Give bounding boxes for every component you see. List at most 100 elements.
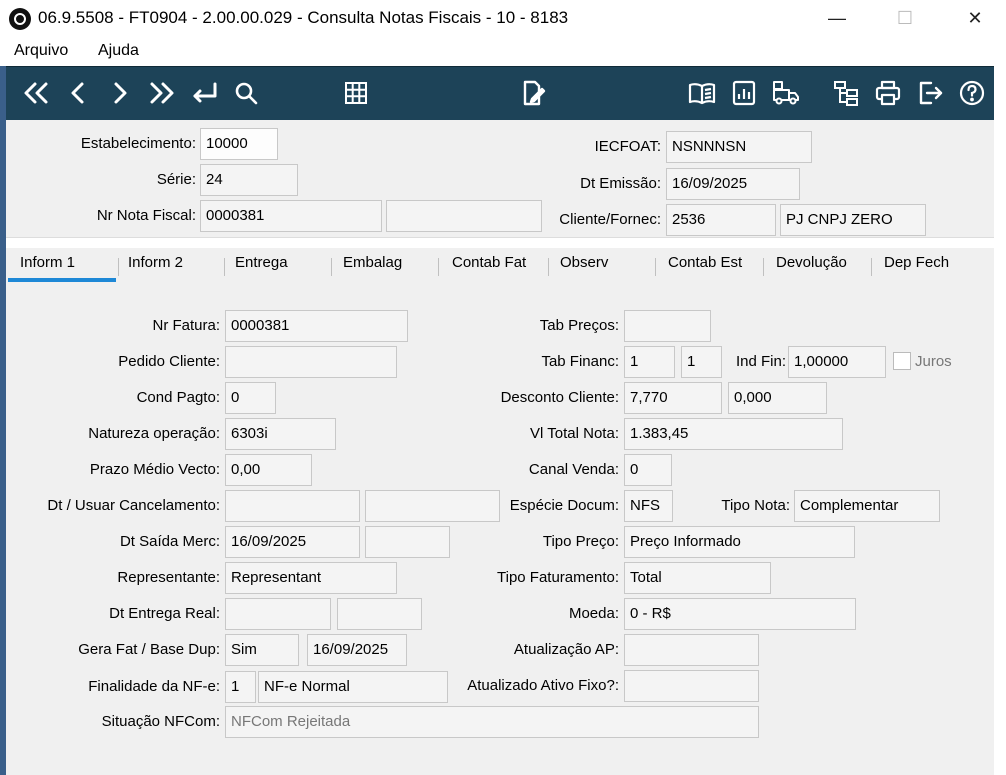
desconto-2-field[interactable]: 0,000 bbox=[728, 382, 827, 414]
iecfoat-label: IECFOAT: bbox=[594, 138, 661, 155]
menu-bar: Arquivo Ajuda bbox=[0, 38, 1006, 66]
finalidade-label: Finalidade da NF-e: bbox=[88, 678, 220, 695]
dt-saida-field[interactable]: 16/09/2025 bbox=[225, 526, 360, 558]
tab-dep-fech[interactable]: Dep Fech bbox=[884, 254, 949, 271]
serie-field[interactable]: 24 bbox=[200, 164, 298, 196]
dt-emissao-field[interactable]: 16/09/2025 bbox=[666, 168, 800, 200]
next-icon[interactable] bbox=[104, 77, 136, 109]
tipo-nota-label: Tipo Nota: bbox=[721, 497, 790, 514]
base-dup-field[interactable]: 16/09/2025 bbox=[307, 634, 407, 666]
representante-field[interactable]: Representant bbox=[225, 562, 397, 594]
tab-inform-2[interactable]: Inform 2 bbox=[128, 254, 183, 271]
tab-separator bbox=[763, 258, 764, 276]
situacao-label: Situação NFCom: bbox=[101, 713, 220, 730]
dt-cancel-field[interactable] bbox=[225, 490, 360, 522]
minimize-button[interactable]: — bbox=[814, 0, 860, 36]
nr-nota-field[interactable]: 0000381 bbox=[200, 200, 382, 232]
gera-fat-field[interactable]: Sim bbox=[225, 634, 299, 666]
prev-icon[interactable] bbox=[62, 77, 94, 109]
grid-icon[interactable] bbox=[340, 77, 372, 109]
nr-fatura-field[interactable]: 0000381 bbox=[225, 310, 408, 342]
book-icon[interactable] bbox=[686, 77, 718, 109]
vl-total-label: Vl Total Nota: bbox=[530, 425, 619, 442]
atualizacao-ap-field[interactable] bbox=[624, 634, 759, 666]
tipo-fat-field[interactable]: Total bbox=[624, 562, 771, 594]
tab-separator bbox=[655, 258, 656, 276]
iecfoat-field[interactable]: NSNNNSN bbox=[666, 131, 812, 163]
tab-embalag[interactable]: Embalag bbox=[343, 254, 402, 271]
cliente-name-field[interactable]: PJ CNPJ ZERO bbox=[780, 204, 926, 236]
ind-fin-label: Ind Fin: bbox=[735, 353, 786, 370]
help-icon[interactable] bbox=[956, 77, 988, 109]
ativo-fixo-field[interactable] bbox=[624, 670, 759, 702]
prazo-field[interactable]: 0,00 bbox=[225, 454, 312, 486]
pedido-cliente-label: Pedido Cliente: bbox=[118, 353, 220, 370]
search-icon[interactable] bbox=[230, 77, 262, 109]
last-icon[interactable] bbox=[146, 77, 178, 109]
tab-devolucao[interactable]: Devolução bbox=[776, 254, 847, 271]
representante-label: Representante: bbox=[117, 569, 220, 586]
tipo-nota-field[interactable]: Complementar bbox=[794, 490, 940, 522]
natureza-field[interactable]: 6303i bbox=[225, 418, 336, 450]
tab-financ-field[interactable]: 1 bbox=[624, 346, 675, 378]
tree-icon[interactable] bbox=[830, 77, 862, 109]
cond-pagto-field[interactable]: 0 bbox=[225, 382, 276, 414]
cliente-code-field[interactable]: 2536 bbox=[666, 204, 776, 236]
tipo-preco-field[interactable]: Preço Informado bbox=[624, 526, 855, 558]
truck-icon[interactable] bbox=[770, 77, 802, 109]
finalidade-desc-field[interactable]: NF-e Normal bbox=[258, 671, 448, 703]
tab-contab-fat[interactable]: Contab Fat bbox=[452, 254, 526, 271]
atualizacao-ap-label: Atualização AP: bbox=[513, 641, 619, 658]
tab-separator bbox=[224, 258, 225, 276]
vl-total-field[interactable]: 1.383,45 bbox=[624, 418, 843, 450]
app-logo-icon bbox=[9, 8, 31, 30]
close-button[interactable]: ✕ bbox=[952, 0, 998, 36]
active-tab-indicator bbox=[8, 278, 116, 282]
canal-venda-field[interactable]: 0 bbox=[624, 454, 672, 486]
nr-fatura-label: Nr Fatura: bbox=[152, 317, 220, 334]
menu-ajuda[interactable]: Ajuda bbox=[98, 42, 139, 60]
situacao-field[interactable]: NFCom Rejeitada bbox=[225, 706, 759, 738]
tipo-fat-label: Tipo Faturamento: bbox=[497, 569, 619, 586]
pedido-cliente-field[interactable] bbox=[225, 346, 397, 378]
maximize-button[interactable]: ☐ bbox=[882, 0, 928, 36]
tab-entrega[interactable]: Entrega bbox=[235, 254, 288, 271]
desconto-label: Desconto Cliente: bbox=[500, 389, 619, 406]
ativo-fixo-label: Atualizado Ativo Fixo?: bbox=[467, 677, 619, 694]
tab-separator bbox=[548, 258, 549, 276]
gera-fat-label: Gera Fat / Base Dup: bbox=[78, 641, 220, 658]
tipo-preco-label: Tipo Preço: bbox=[542, 533, 619, 550]
especie-field[interactable]: NFS bbox=[624, 490, 673, 522]
natureza-label: Natureza operação: bbox=[88, 425, 220, 442]
estabelecimento-field[interactable]: 10000 bbox=[200, 128, 278, 160]
finalidade-code-field[interactable]: 1 bbox=[225, 671, 256, 703]
tab-inform-1[interactable]: Inform 1 bbox=[20, 254, 75, 271]
estabelecimento-label: Estabelecimento: bbox=[80, 135, 196, 152]
goto-icon[interactable] bbox=[188, 77, 220, 109]
header-panel: Estabelecimento: 10000 Série: 24 Nr Nota… bbox=[6, 120, 994, 238]
especie-label: Espécie Docum: bbox=[509, 497, 619, 514]
tab-observ[interactable]: Observ bbox=[560, 254, 608, 271]
dt-emissao-label: Dt Emissão: bbox=[580, 175, 661, 192]
dt-entrega-label: Dt Entrega Real: bbox=[109, 605, 220, 622]
hr-entrega-field[interactable] bbox=[337, 598, 422, 630]
report-icon[interactable] bbox=[728, 77, 760, 109]
ind-fin-field[interactable]: 1,00000 bbox=[788, 346, 886, 378]
tab-contab-est[interactable]: Contab Est bbox=[668, 254, 742, 271]
application-window: 06.9.5508 - FT0904 - 2.00.00.029 - Consu… bbox=[0, 0, 1006, 775]
moeda-field[interactable]: 0 - R$ bbox=[624, 598, 856, 630]
cliente-label: Cliente/Fornec: bbox=[559, 211, 661, 228]
first-icon[interactable] bbox=[20, 77, 52, 109]
tab-financ-2-field[interactable]: 1 bbox=[681, 346, 722, 378]
edit-doc-icon[interactable] bbox=[516, 77, 548, 109]
menu-arquivo[interactable]: Arquivo bbox=[14, 42, 68, 60]
print-icon[interactable] bbox=[872, 77, 904, 109]
tab-bar: Inform 1 Inform 2 Entrega Embalag Contab… bbox=[6, 248, 994, 284]
dt-entrega-field[interactable] bbox=[225, 598, 331, 630]
exit-icon[interactable] bbox=[914, 77, 946, 109]
desconto-field[interactable]: 7,770 bbox=[624, 382, 722, 414]
moeda-label: Moeda: bbox=[568, 605, 619, 622]
tab-precos-field[interactable] bbox=[624, 310, 711, 342]
juros-checkbox[interactable] bbox=[893, 352, 911, 370]
inform-1-panel: Nr Fatura: 0000381 Pedido Cliente: Cond … bbox=[6, 284, 994, 775]
